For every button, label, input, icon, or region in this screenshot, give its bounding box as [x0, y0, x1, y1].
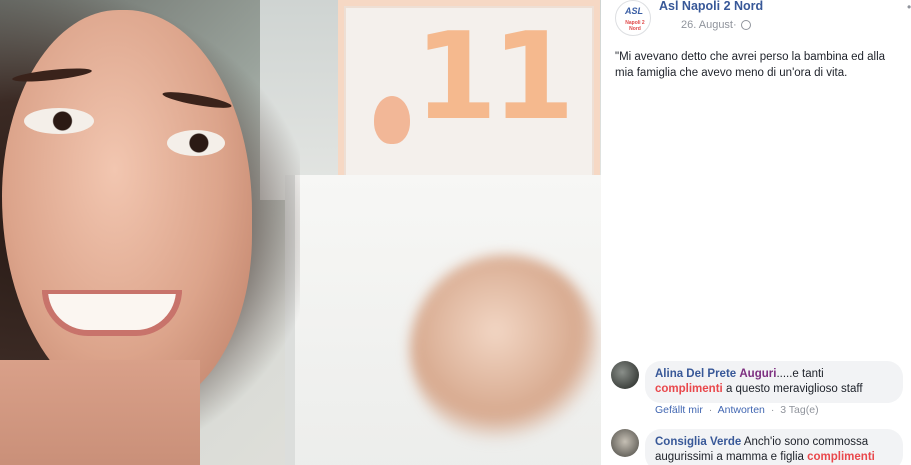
page-name-link[interactable]: Asl Napoli 2 Nord	[659, 0, 763, 13]
page-avatar[interactable]: ASL Napoli 2 Nord	[615, 0, 651, 36]
comment-highlight-word[interactable]: complimenti	[655, 383, 723, 395]
comment-bubble: Alina Del Prete Auguri.....e tanti compl…	[645, 361, 903, 403]
teddy-bear-decoration	[374, 96, 410, 144]
like-link[interactable]: Gefällt mir	[655, 404, 703, 416]
post-photo[interactable]: 11	[0, 0, 601, 465]
comment-text: .....e tanti	[776, 368, 824, 380]
comment-age[interactable]: 3 Tag(e)	[780, 404, 818, 416]
post-date-link[interactable]: 26. August	[681, 19, 733, 31]
comment-hashtag[interactable]: Auguri	[739, 368, 776, 380]
smile	[42, 290, 182, 336]
action-separator: ·	[708, 404, 713, 416]
comment-author-link[interactable]: Consiglia Verde	[655, 436, 741, 448]
mother-neck	[0, 360, 200, 465]
action-separator: ·	[770, 404, 775, 416]
comment-author-link[interactable]: Alina Del Prete	[655, 368, 736, 380]
avatar[interactable]	[611, 361, 639, 389]
crib-card-number: 11	[414, 8, 575, 147]
avatar-logo-subtext: Napoli 2 Nord	[625, 20, 645, 32]
right-eyebrow	[161, 88, 233, 112]
left-eye	[24, 108, 94, 134]
comment-text: a questo meraviglioso staff	[725, 383, 863, 395]
post-header: ASL Napoli 2 Nord Asl Napoli 2 Nord 26. …	[615, 0, 911, 40]
reply-link[interactable]: Antworten	[718, 404, 765, 416]
date-separator: ·	[733, 19, 737, 31]
globe-icon	[741, 20, 751, 30]
post-text: "Mi avevano detto che avrei perso la bam…	[615, 51, 886, 79]
blurred-baby	[410, 255, 600, 445]
post-sidebar: ASL Napoli 2 Nord Asl Napoli 2 Nord 26. …	[601, 0, 911, 465]
more-options-icon[interactable]: •••	[907, 0, 911, 14]
right-eye	[167, 130, 225, 156]
comment-highlight-word[interactable]: complimenti	[807, 451, 875, 463]
comment-bubble: Consiglia Verde Anch'io sono commossa au…	[645, 429, 903, 465]
avatar[interactable]	[611, 429, 639, 457]
comment-actions: Gefällt mir · Antworten · 3 Tag(e)	[655, 404, 819, 416]
crib-name-card: 11	[338, 0, 600, 190]
avatar-logo-text: ASL	[625, 6, 643, 16]
